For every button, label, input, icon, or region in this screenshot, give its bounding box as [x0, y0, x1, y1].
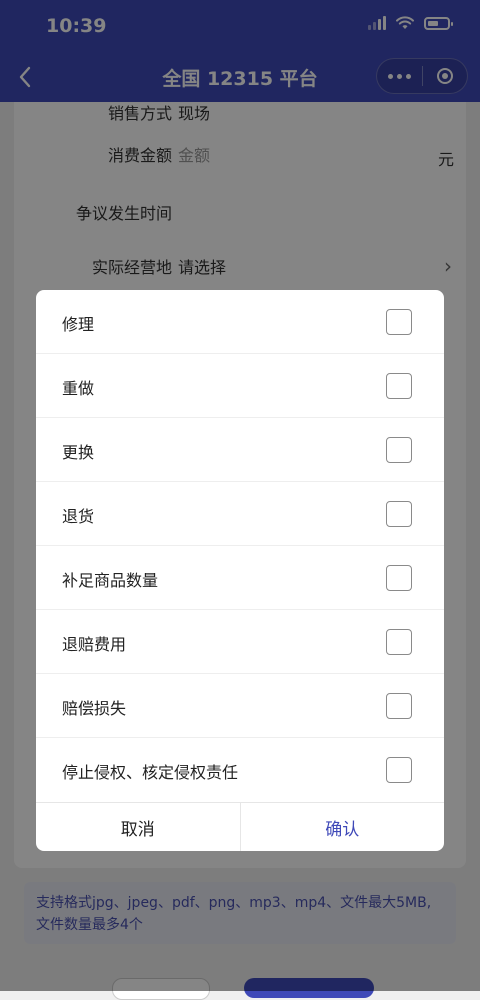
- checkbox[interactable]: [386, 501, 412, 527]
- dialog-footer: 取消 确认: [36, 802, 444, 851]
- option-supplement-quantity[interactable]: 补足商品数量: [36, 546, 444, 610]
- option-label: 修理: [62, 315, 95, 334]
- option-refund-fee[interactable]: 退赔费用: [36, 610, 444, 674]
- checkbox[interactable]: [386, 693, 412, 719]
- option-label: 补足商品数量: [62, 571, 159, 590]
- option-repair[interactable]: 修理: [36, 290, 444, 354]
- option-label: 退赔费用: [62, 635, 127, 654]
- checkbox[interactable]: [386, 437, 412, 463]
- option-label: 更换: [62, 443, 95, 462]
- cancel-button[interactable]: 取消: [36, 803, 241, 851]
- option-redo[interactable]: 重做: [36, 354, 444, 418]
- confirm-button[interactable]: 确认: [241, 803, 445, 851]
- option-stop-infringement[interactable]: 停止侵权、核定侵权责任: [36, 738, 444, 802]
- option-return[interactable]: 退货: [36, 482, 444, 546]
- option-label: 停止侵权、核定侵权责任: [62, 763, 239, 782]
- selection-dialog: 修理 重做 更换 退货 补足商品数量 退赔费用 赔偿损失 停止侵权、核定侵权责任…: [36, 290, 444, 851]
- checkbox[interactable]: [386, 565, 412, 591]
- option-replace[interactable]: 更换: [36, 418, 444, 482]
- checkbox[interactable]: [386, 309, 412, 335]
- option-label: 退货: [62, 507, 95, 526]
- checkbox[interactable]: [386, 373, 412, 399]
- option-compensate-loss[interactable]: 赔偿损失: [36, 674, 444, 738]
- option-label: 赔偿损失: [62, 699, 127, 718]
- checkbox[interactable]: [386, 629, 412, 655]
- option-label: 重做: [62, 379, 95, 398]
- checkbox[interactable]: [386, 757, 412, 783]
